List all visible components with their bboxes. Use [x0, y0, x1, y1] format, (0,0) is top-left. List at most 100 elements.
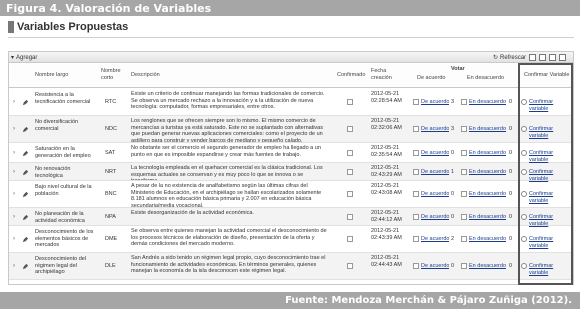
- confirm-radio[interactable]: [521, 126, 527, 132]
- confirm-radio[interactable]: [521, 150, 527, 156]
- disagree-link[interactable]: En desacuerdo: [469, 236, 506, 243]
- pencil-icon[interactable]: [22, 126, 29, 133]
- disagree-count: 0: [509, 169, 513, 175]
- disagree-checkbox[interactable]: [461, 191, 467, 197]
- col-description[interactable]: Descripción: [131, 72, 160, 79]
- agree-link[interactable]: De acuerdo: [421, 169, 449, 176]
- expand-row-icon[interactable]: ›: [13, 126, 15, 132]
- pencil-icon[interactable]: [22, 236, 29, 243]
- short-name-cell: BNC: [105, 191, 117, 197]
- confirm-variable-link[interactable]: Confirmar variable: [529, 191, 573, 204]
- disagree-checkbox[interactable]: [461, 263, 467, 269]
- col-short-name[interactable]: Nombre corto: [101, 68, 127, 81]
- agree-link[interactable]: De acuerdo: [421, 236, 449, 243]
- expand-row-icon[interactable]: ›: [13, 236, 15, 242]
- disagree-checkbox[interactable]: [461, 99, 467, 105]
- created-date-cell: 2012-05-21 02:28:54 AM: [371, 91, 402, 104]
- agree-count: 0: [451, 191, 455, 197]
- disagree-link[interactable]: En desacuerdo: [469, 150, 506, 157]
- confirmed-checkbox[interactable]: [347, 150, 353, 156]
- disagree-link[interactable]: En desacuerdo: [469, 126, 506, 133]
- agree-checkbox[interactable]: [413, 169, 419, 175]
- agree-checkbox[interactable]: [413, 150, 419, 156]
- confirm-variable-link[interactable]: Confirmar variable: [529, 99, 573, 112]
- disagree-checkbox[interactable]: [461, 150, 467, 156]
- confirm-variable-link[interactable]: Confirmar variable: [529, 236, 573, 249]
- agree-link[interactable]: De acuerdo: [421, 263, 449, 270]
- figure-source: Fuente: Mendoza Merchán & Pájaro Zuñiga …: [0, 292, 580, 309]
- confirm-radio[interactable]: [521, 214, 527, 220]
- pencil-icon[interactable]: [22, 263, 29, 270]
- settings-icon[interactable]: [559, 54, 566, 61]
- disagree-link[interactable]: En desacuerdo: [469, 191, 506, 198]
- expand-row-icon[interactable]: ›: [13, 191, 15, 197]
- disagree-checkbox[interactable]: [461, 214, 467, 220]
- expand-row-icon[interactable]: ›: [13, 150, 15, 156]
- confirm-radio[interactable]: [521, 191, 527, 197]
- column-headers: Nombre largo Nombre corto Descripción Co…: [9, 64, 573, 88]
- disagree-checkbox[interactable]: [461, 236, 467, 242]
- agree-link[interactable]: De acuerdo: [421, 126, 449, 133]
- pencil-icon[interactable]: [22, 150, 29, 157]
- pencil-icon[interactable]: [22, 191, 29, 198]
- confirm-radio[interactable]: [521, 169, 527, 175]
- disagree-count: 0: [509, 150, 513, 156]
- confirm-variable-link[interactable]: Confirmar variable: [529, 150, 573, 163]
- add-button[interactable]: ▾ Agregar: [11, 53, 37, 62]
- created-date-cell: 2012-05-21 02:32:06 AM: [371, 118, 402, 131]
- pencil-icon[interactable]: [22, 169, 29, 176]
- confirm-variable-link[interactable]: Confirmar variable: [529, 263, 573, 276]
- confirm-radio[interactable]: [521, 236, 527, 242]
- table-row: › No renovación tecnológica NRT La tecno…: [9, 163, 573, 182]
- agree-checkbox[interactable]: [413, 236, 419, 242]
- long-name-cell: Saturación en la generación del empleo: [35, 146, 91, 159]
- disagree-count: 0: [509, 126, 513, 132]
- confirm-radio[interactable]: [521, 263, 527, 269]
- confirm-variable-link[interactable]: Confirmar variable: [529, 126, 573, 139]
- disagree-checkbox[interactable]: [461, 169, 467, 175]
- confirmed-checkbox[interactable]: [347, 126, 353, 132]
- expand-row-icon[interactable]: ›: [13, 99, 15, 105]
- figure-caption: Figura 4. Valoración de Variables: [0, 0, 580, 16]
- filter-icon[interactable]: [549, 54, 556, 61]
- confirm-radio[interactable]: [521, 99, 527, 105]
- confirmed-checkbox[interactable]: [347, 236, 353, 242]
- col-confirmed[interactable]: Confirmado: [337, 72, 365, 79]
- confirmed-checkbox[interactable]: [347, 99, 353, 105]
- disagree-checkbox[interactable]: [461, 126, 467, 132]
- expand-row-icon[interactable]: ›: [13, 169, 15, 175]
- agree-checkbox[interactable]: [413, 214, 419, 220]
- agree-link[interactable]: De acuerdo: [421, 214, 449, 221]
- pencil-icon[interactable]: [22, 99, 29, 106]
- refresh-button[interactable]: ↻ Refrescar: [493, 53, 526, 62]
- disagree-link[interactable]: En desacuerdo: [469, 214, 506, 221]
- agree-checkbox[interactable]: [413, 99, 419, 105]
- col-long-name[interactable]: Nombre largo: [35, 72, 68, 79]
- agree-checkbox[interactable]: [413, 126, 419, 132]
- description-cell: A pesar de la no existencia de analfabet…: [131, 183, 322, 207]
- agree-link[interactable]: De acuerdo: [421, 99, 449, 106]
- agree-link[interactable]: De acuerdo: [421, 150, 449, 157]
- col-agree: De acuerdo: [417, 75, 446, 81]
- confirmed-checkbox[interactable]: [347, 191, 353, 197]
- disagree-count: 0: [509, 236, 513, 242]
- col-created[interactable]: Fecha creación: [371, 68, 397, 81]
- confirmed-checkbox[interactable]: [347, 214, 353, 220]
- agree-checkbox[interactable]: [413, 191, 419, 197]
- disagree-link[interactable]: En desacuerdo: [469, 263, 506, 270]
- created-date-cell: 2012-05-21 02:43:39 AM: [371, 228, 402, 241]
- expand-row-icon[interactable]: ›: [13, 263, 15, 269]
- print-icon[interactable]: [539, 54, 546, 61]
- variables-grid: ▾ Agregar ↻ Refrescar Nombre largo Nombr…: [8, 51, 574, 285]
- grid-toolbar: ▾ Agregar ↻ Refrescar: [9, 52, 573, 63]
- pencil-icon[interactable]: [22, 214, 29, 221]
- confirmed-checkbox[interactable]: [347, 169, 353, 175]
- agree-link[interactable]: De acuerdo: [421, 191, 449, 198]
- disagree-link[interactable]: En desacuerdo: [469, 99, 506, 106]
- disagree-link[interactable]: En desacuerdo: [469, 169, 506, 176]
- export-icon[interactable]: [529, 54, 536, 61]
- expand-row-icon[interactable]: ›: [13, 214, 15, 220]
- confirmed-checkbox[interactable]: [347, 263, 353, 269]
- agree-checkbox[interactable]: [413, 263, 419, 269]
- disagree-count: 0: [509, 263, 513, 269]
